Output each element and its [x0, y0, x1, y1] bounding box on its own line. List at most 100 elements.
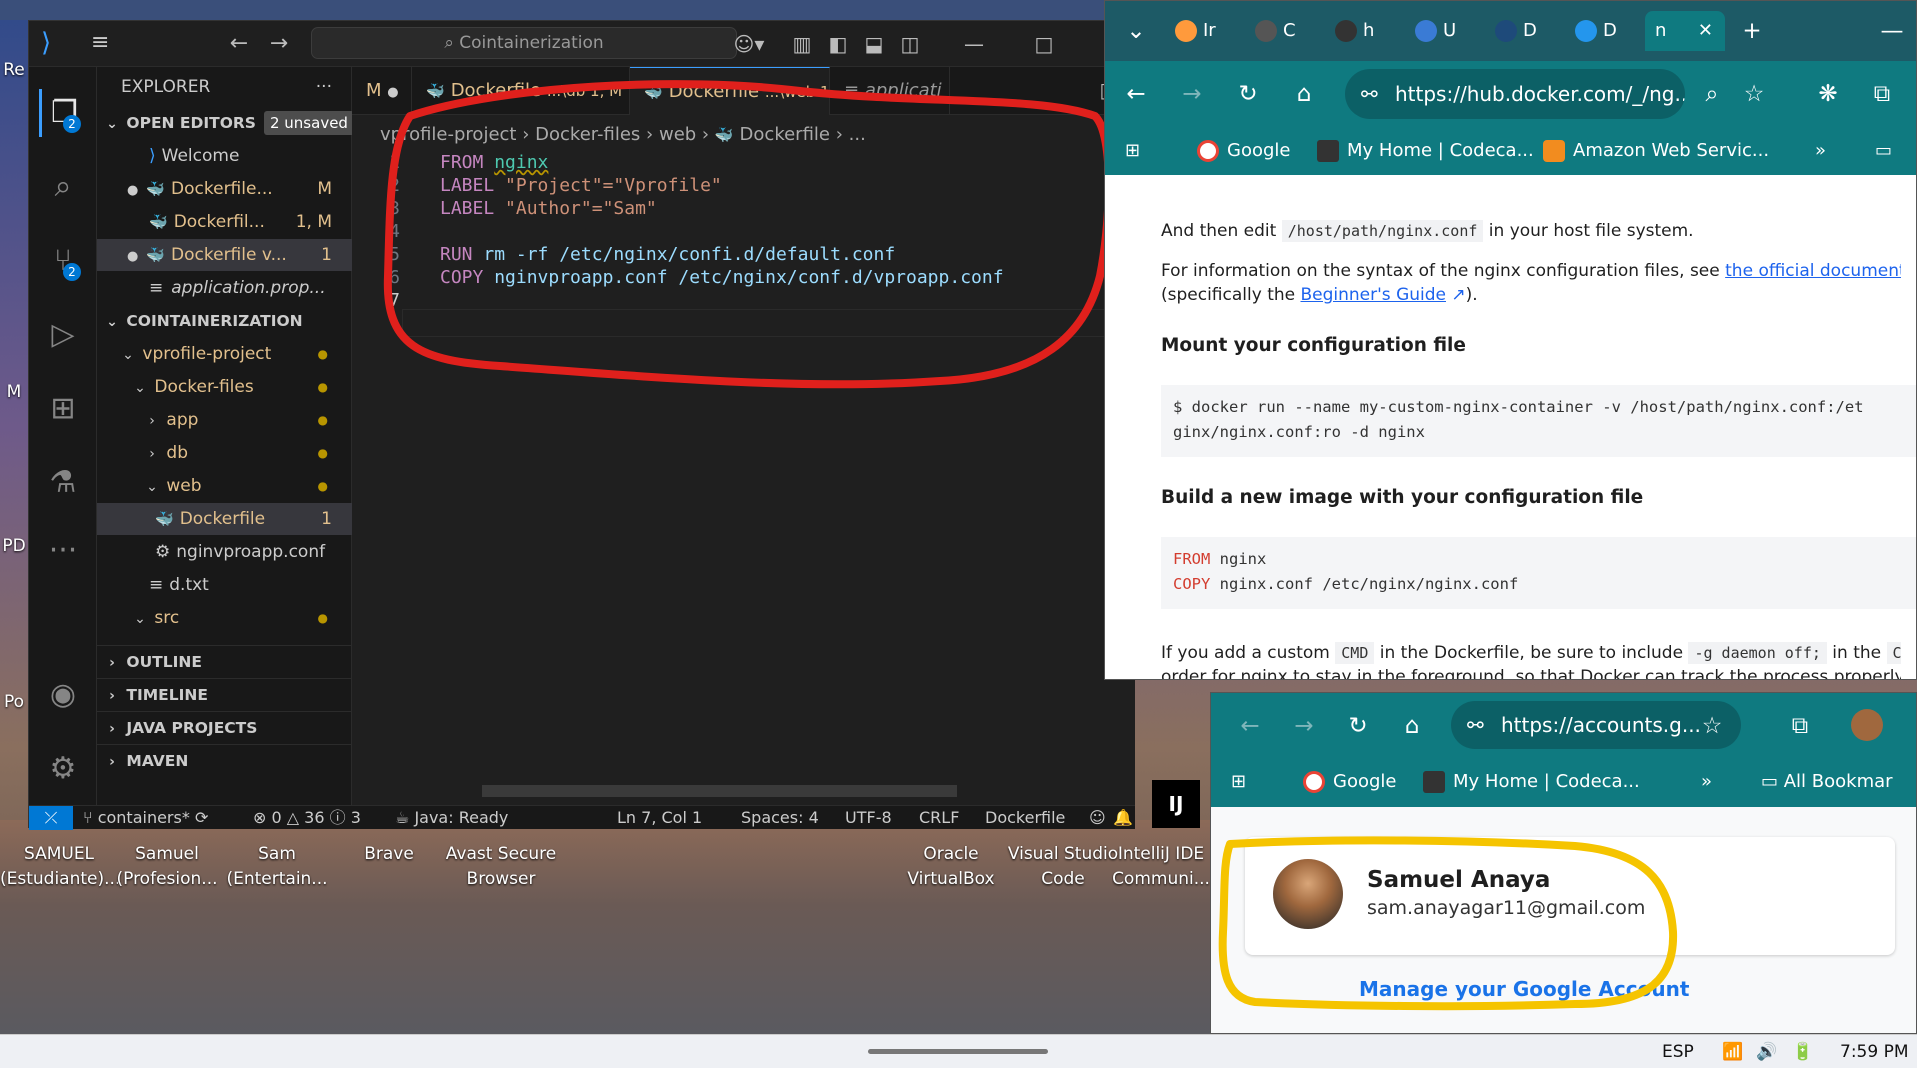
tab-list-chevron-icon[interactable]: ⌄ [1119, 14, 1153, 48]
battery-icon[interactable]: 🔋 [1792, 1035, 1813, 1068]
browser-tab[interactable]: C [1245, 11, 1323, 51]
forward-arrow-icon[interactable]: → [265, 31, 293, 57]
browser-tab[interactable]: h [1325, 11, 1403, 51]
desktop-icon-avast-browser[interactable]: Avast Secure Browser [442, 842, 560, 892]
encoding-status[interactable]: UTF-8 [845, 806, 892, 830]
taskbar-handle[interactable] [868, 1049, 1048, 1054]
copilot-status-icon[interactable]: ☺ [1089, 806, 1106, 830]
apps-grid-icon[interactable]: ⊞ [1125, 127, 1140, 175]
indentation-status[interactable]: Spaces: 4 [741, 806, 819, 830]
desktop-icon-virtualbox[interactable]: Oracle VirtualBox [892, 842, 1010, 892]
profile-avatar[interactable] [1851, 709, 1883, 741]
customize-layout-icon[interactable]: ▥ [789, 31, 815, 57]
forward-arrow-icon[interactable]: → [1175, 77, 1209, 111]
extension-icon[interactable]: ❋ [1811, 77, 1845, 111]
account-icon[interactable]: ◉ [39, 671, 87, 719]
run-debug-icon[interactable]: ▷ [39, 311, 87, 359]
remote-icon[interactable]: ⤫ [29, 806, 73, 830]
bookmark-star-icon[interactable]: ☆ [1737, 77, 1771, 111]
tree-folder-web[interactable]: ⌄ web ● [97, 470, 352, 502]
open-editor-welcome[interactable]: ⟩ Welcome [97, 140, 352, 172]
command-center-search[interactable]: ⌕ Cointainerization [311, 27, 737, 59]
desktop-icon-sam-entertainment[interactable]: Sam (Entertain... [218, 842, 336, 892]
copilot-icon[interactable]: ☺▾ [727, 31, 771, 57]
puzzle-extensions-icon[interactable]: ⧉ [1865, 77, 1899, 111]
bookmark-codecademy[interactable]: My Home | Codeca... [1423, 757, 1640, 807]
site-info-icon[interactable]: ⚯ [1467, 701, 1484, 749]
bookmarks-overflow-icon[interactable]: » [1815, 127, 1826, 175]
tree-file-d-txt[interactable]: ≡ d.txt [97, 569, 352, 601]
official-docs-link[interactable]: the official documentation [1725, 261, 1901, 281]
java-projects-section[interactable]: › JAVA PROJECTS [97, 711, 352, 743]
minimize-icon[interactable]: — [961, 31, 987, 57]
maven-section[interactable]: › MAVEN [97, 744, 352, 776]
desktop-icon-intellij[interactable]: IntelliJ IDE Communi... [1112, 842, 1210, 892]
tree-file-dockerfile[interactable]: 🐳 Dockerfile 1 [97, 503, 352, 535]
maximize-icon[interactable]: □ [1031, 31, 1057, 57]
tree-folder-docker-files[interactable]: ⌄ Docker-files ● [97, 371, 352, 403]
timeline-section[interactable]: › TIMELINE [97, 678, 352, 710]
explorer-more-icon[interactable]: ··· [316, 67, 332, 107]
workspace-header[interactable]: ⌄ COINTAINERIZATION [97, 305, 352, 337]
clock[interactable]: 7:59 PM [1840, 1035, 1909, 1068]
browser-tab[interactable]: D [1485, 11, 1563, 51]
open-editor-application-properties[interactable]: ≡ application.prop... [97, 272, 352, 304]
folder-icon[interactable]: ▭ [1875, 127, 1892, 175]
forward-arrow-icon[interactable]: → [1287, 709, 1321, 743]
source-control-icon[interactable]: ⑂ 2 [39, 237, 87, 285]
tree-folder-app[interactable]: › app ● [97, 404, 352, 436]
toggle-sidebar-icon[interactable]: ◧ [825, 31, 851, 57]
tree-file-nginvproapp-conf[interactable]: ⚙ nginvproapp.conf [97, 536, 352, 568]
tree-folder-vprofile-project[interactable]: ⌄ vprofile-project ● [97, 338, 352, 370]
close-tab-icon[interactable]: ✕ [1698, 11, 1713, 51]
back-arrow-icon[interactable]: ← [1119, 77, 1153, 111]
open-editor-dockerfile-3[interactable]: ● 🐳 Dockerfile v... 1 [97, 239, 352, 271]
site-info-icon[interactable]: ⚯ [1361, 69, 1378, 119]
intellij-icon[interactable]: IJ [1152, 780, 1200, 828]
explorer-icon[interactable]: ❐ 2 [39, 89, 87, 137]
minimize-icon[interactable]: — [1875, 14, 1909, 48]
bookmark-codecademy[interactable]: My Home | Codeca... [1317, 127, 1534, 175]
branch-indicator[interactable]: ⑂ containers* ⟳ [83, 806, 208, 830]
language-mode[interactable]: Dockerfile [985, 806, 1065, 830]
open-editors-header[interactable]: ⌄ OPEN EDITORS 2 unsaved [97, 107, 352, 139]
apps-grid-icon[interactable]: ⊞ [1231, 757, 1246, 807]
browser-tab-active[interactable]: n ✕ [1645, 11, 1725, 51]
browser-tab[interactable]: U [1405, 11, 1483, 51]
puzzle-extensions-icon[interactable]: ⧉ [1783, 709, 1817, 743]
more-icon[interactable]: ··· [39, 527, 87, 575]
language-indicator[interactable]: ESP [1662, 1035, 1694, 1068]
testing-flask-icon[interactable]: ⚗ [39, 459, 87, 507]
bookmark-google[interactable]: Google [1197, 127, 1290, 175]
toggle-secondary-sidebar-icon[interactable]: ◫ [897, 31, 923, 57]
desktop-icon-brave[interactable]: Brave [330, 842, 448, 867]
reload-icon[interactable]: ↻ [1341, 709, 1375, 743]
search-icon[interactable]: ⌕ [39, 163, 87, 211]
back-arrow-icon[interactable]: ← [1233, 709, 1267, 743]
outline-section[interactable]: › OUTLINE [97, 645, 352, 677]
bookmark-star-icon[interactable]: ☆ [1695, 709, 1729, 743]
bookmark-google[interactable]: Google [1303, 757, 1396, 807]
tree-folder-src[interactable]: ⌄ src ● [97, 602, 352, 634]
tree-folder-db[interactable]: › db ● [97, 437, 352, 469]
home-icon[interactable]: ⌂ [1287, 77, 1321, 111]
open-editor-dockerfile-1[interactable]: ● 🐳 Dockerfile... M [97, 173, 352, 205]
bookmark-aws[interactable]: Amazon Web Servic... [1543, 127, 1769, 175]
zoom-search-icon[interactable]: ⌕ [1695, 77, 1729, 111]
java-status[interactable]: ☕ Java: Ready [395, 806, 508, 830]
gear-icon[interactable]: ⚙ [39, 745, 87, 793]
desktop-icon-samuel-profesional[interactable]: Samuel (Profesion... [108, 842, 226, 892]
horizontal-scrollbar[interactable] [482, 785, 957, 797]
beginners-guide-link[interactable]: Beginner's Guide [1301, 285, 1447, 305]
desktop-icon-samuel-estudiante[interactable]: SAMUEL (Estudiante)... [0, 842, 118, 892]
back-arrow-icon[interactable]: ← [225, 31, 253, 57]
hamburger-menu-icon[interactable]: ≡ [91, 31, 119, 55]
browser-tab[interactable]: D [1565, 11, 1643, 51]
problems-indicator[interactable]: ⊗ 0 △ 36 ⓘ 3 [253, 806, 361, 830]
all-bookmarks[interactable]: ▭ All Bookmar [1761, 757, 1893, 807]
extensions-icon[interactable]: ⊞ [39, 385, 87, 433]
desktop-icon-vscode[interactable]: Visual Studio Code [1004, 842, 1122, 892]
toggle-panel-icon[interactable]: ⬓ [861, 31, 887, 57]
volume-icon[interactable]: 🔊 [1756, 1035, 1777, 1068]
address-bar[interactable]: ⚯ https://hub.docker.com/_/ng... [1345, 69, 1685, 119]
